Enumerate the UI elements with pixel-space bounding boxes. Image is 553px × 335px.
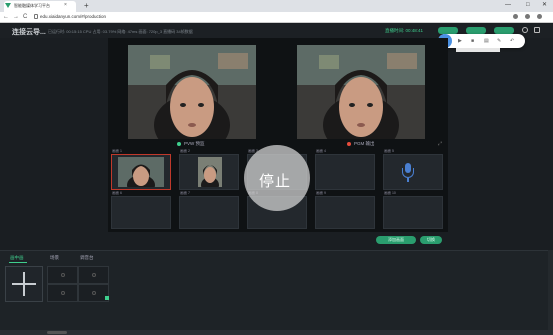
extension-icon[interactable] xyxy=(513,14,518,19)
tab-close-icon[interactable]: × xyxy=(64,2,67,8)
source-thumb-1 xyxy=(118,157,164,187)
url-field[interactable]: edu.xiaidanyun.com/#/production xyxy=(40,14,106,19)
source-card-10[interactable] xyxy=(383,196,443,229)
stop-label: 停止 xyxy=(259,173,292,190)
tab-mixer[interactable]: 调音台 xyxy=(80,255,94,261)
minimize-button[interactable]: — xyxy=(505,1,511,10)
source-thumb-2 xyxy=(198,157,222,187)
active-layout-marker xyxy=(105,296,109,300)
settings-icon[interactable] xyxy=(522,27,528,33)
close-window-button[interactable]: ✕ xyxy=(542,1,547,10)
profile-icon[interactable] xyxy=(537,14,542,19)
play-icon[interactable]: ▶ xyxy=(458,38,462,44)
header-button-3[interactable] xyxy=(494,27,514,34)
pgm-video[interactable] xyxy=(297,45,425,139)
pgm-label: PGM 输出 xyxy=(354,141,375,146)
undo-icon[interactable]: ↶ xyxy=(510,38,514,44)
active-tab-indicator xyxy=(9,262,27,263)
tab-title: 智能融媒体学习平台 xyxy=(14,3,50,8)
layout-icon xyxy=(92,273,96,277)
source-card-6[interactable] xyxy=(111,196,171,229)
pgm-indicator xyxy=(347,142,351,146)
plus-icon-vertical xyxy=(23,272,25,296)
pvw-label: PVW 预监 xyxy=(184,141,205,146)
horizontal-scrollbar[interactable] xyxy=(0,330,553,335)
pvw-video[interactable] xyxy=(128,45,256,139)
layout-icon xyxy=(61,273,65,277)
forward-button[interactable]: → xyxy=(13,13,19,21)
new-tab-button[interactable]: + xyxy=(84,1,89,10)
source-card-1[interactable] xyxy=(111,154,171,190)
vertical-scrollbar[interactable] xyxy=(548,250,553,330)
source-card-7[interactable] xyxy=(179,196,239,229)
tab-pip[interactable]: 画中画 xyxy=(10,255,24,261)
pgm-camera-feed xyxy=(297,45,425,139)
reload-button[interactable]: C xyxy=(23,13,27,21)
scrollbar-thumb[interactable] xyxy=(47,331,67,334)
source-card-4[interactable] xyxy=(315,154,375,190)
lock-icon xyxy=(34,14,38,19)
toolbar-tooltip xyxy=(456,48,500,52)
pvw-camera-feed xyxy=(128,45,256,139)
save-icon[interactable]: ▤ xyxy=(484,38,489,44)
pvw-indicator xyxy=(177,142,181,146)
bookmark-icon[interactable] xyxy=(525,14,530,19)
browser-tabbar xyxy=(0,0,553,12)
status-info: 已运行时: 00:15:15 CPU 占用: 03.79% 网络: 47ms 画… xyxy=(48,29,193,34)
header-button-2[interactable] xyxy=(466,27,486,34)
stop-icon[interactable]: ■ xyxy=(471,38,474,44)
layout-icon xyxy=(92,291,96,295)
tab-scene[interactable]: 场景 xyxy=(50,255,59,261)
page-title: 连接云导... xyxy=(12,29,46,36)
microphone-stem-icon xyxy=(407,178,409,182)
expand-icon[interactable]: ⤢ xyxy=(438,141,442,147)
source-card-9[interactable] xyxy=(315,196,375,229)
site-favicon-icon xyxy=(5,3,11,8)
add-source-button[interactable]: 添加画面 xyxy=(376,236,416,244)
live-timer: 直播时间: 00:48:41 xyxy=(385,28,424,33)
source-card-2[interactable] xyxy=(179,154,239,190)
layout-icon xyxy=(61,291,65,295)
back-button[interactable]: ← xyxy=(3,13,9,21)
maximize-button[interactable]: □ xyxy=(526,1,530,10)
switch-button[interactable]: 切换 xyxy=(420,236,442,244)
fullscreen-icon[interactable] xyxy=(534,27,540,33)
header-button-1[interactable] xyxy=(438,27,458,34)
pen-icon[interactable]: ✎ xyxy=(497,38,501,44)
